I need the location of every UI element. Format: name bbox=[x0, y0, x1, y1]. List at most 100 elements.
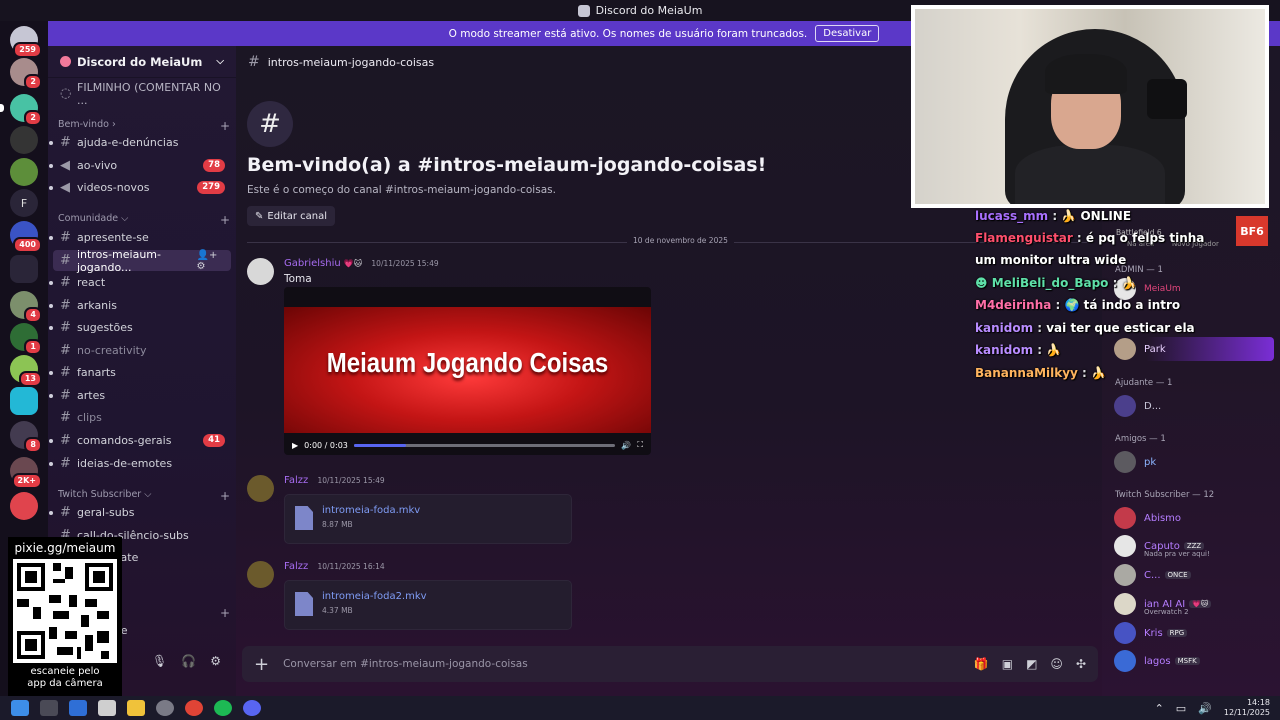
author-name[interactable]: Gabrielshiu bbox=[284, 258, 341, 269]
member-item[interactable]: Caputo ZZZ Nada pra ver aqui! bbox=[1114, 534, 1210, 558]
channel-artes[interactable]: # artes bbox=[49, 385, 231, 406]
channel-fanarts[interactable]: # fanarts bbox=[49, 362, 231, 383]
hash-icon: # bbox=[60, 505, 71, 520]
play-icon[interactable]: ▶ bbox=[292, 441, 298, 450]
server-icon[interactable]: 2 bbox=[10, 94, 42, 126]
folder-icon[interactable] bbox=[10, 255, 38, 283]
folder-icon[interactable] bbox=[127, 700, 145, 716]
qr-caption-line-2: app da câmera bbox=[27, 678, 103, 689]
member-item[interactable]: Park bbox=[1114, 337, 1274, 361]
add-channel-icon[interactable]: + bbox=[220, 213, 230, 227]
mention-badge: 279 bbox=[197, 181, 225, 194]
server-icon[interactable]: 259 bbox=[10, 26, 42, 58]
chrome-icon[interactable] bbox=[185, 700, 203, 716]
member-item[interactable]: ian AI AI 💗🐱 Overwatch 2 bbox=[1114, 592, 1212, 616]
server-icon[interactable]: 13 bbox=[10, 355, 42, 387]
channel-ideias-de-emotes[interactable]: # ideias-de-emotes bbox=[49, 453, 231, 474]
emoji-icon[interactable]: ☺ bbox=[1050, 657, 1063, 671]
category-bem-vindo[interactable]: Bem-vindo › + bbox=[58, 119, 230, 133]
member-item[interactable]: pk bbox=[1114, 450, 1156, 474]
file-name[interactable]: intromeia-foda2.mkv bbox=[322, 591, 427, 602]
category-twitch-subscriber[interactable]: Twitch Subscriber ⌵ + bbox=[58, 489, 230, 503]
message-composer[interactable]: + Conversar em #intros-meiaum-jogando-co… bbox=[242, 646, 1098, 682]
avatar bbox=[1114, 395, 1136, 417]
unread-badge: 2 bbox=[24, 110, 42, 126]
video-progress-bar[interactable] bbox=[353, 443, 616, 447]
channel-arkanis[interactable]: # arkanis bbox=[49, 295, 231, 316]
add-channel-icon[interactable]: + bbox=[220, 606, 230, 620]
volume-icon[interactable]: 🔊 bbox=[621, 441, 631, 450]
author-name[interactable]: Falzz bbox=[284, 475, 308, 486]
avatar[interactable] bbox=[247, 561, 274, 588]
channel-settings-icon[interactable]: 👤+ ⚙ bbox=[197, 250, 225, 272]
pinned-channel[interactable]: ◌ FILMINHO (COMENTAR NO ... bbox=[53, 81, 231, 107]
video-progress-fill bbox=[353, 443, 407, 447]
chevron-up-icon[interactable]: ⌃ bbox=[1155, 702, 1164, 715]
member-item[interactable]: C... ONCE bbox=[1114, 563, 1191, 587]
channel-ajuda-e-denuncias[interactable]: # ajuda-e-denúncias bbox=[49, 132, 231, 153]
server-icon[interactable] bbox=[10, 492, 38, 520]
megaphone-icon: ◀ bbox=[60, 158, 70, 173]
server-icon[interactable]: 8 bbox=[10, 421, 42, 453]
add-channel-icon[interactable]: + bbox=[220, 119, 230, 133]
apps-icon[interactable]: ✣ bbox=[1076, 657, 1086, 671]
server-icon[interactable]: 1 bbox=[10, 323, 42, 355]
channel-videos-novos[interactable]: ◀ videos-novos 279 bbox=[49, 177, 231, 198]
obs-icon[interactable] bbox=[156, 700, 174, 716]
microphone-icon[interactable]: 🎙 bbox=[152, 654, 167, 668]
file-attachment[interactable]: intromeia-foda.mkv 8.87 MB bbox=[284, 494, 572, 544]
channel-no-creativity[interactable]: # no-creativity bbox=[53, 340, 231, 361]
avatar[interactable] bbox=[247, 475, 274, 502]
server-icon[interactable]: 2K+ bbox=[10, 457, 42, 489]
discord-icon[interactable] bbox=[243, 700, 261, 716]
file-attachment[interactable]: intromeia-foda2.mkv 4.37 MB bbox=[284, 580, 572, 630]
member-item[interactable]: Kris RPG bbox=[1114, 621, 1188, 645]
channel-react[interactable]: # react bbox=[49, 272, 231, 293]
server-icon[interactable]: 2 bbox=[10, 58, 42, 90]
avatar[interactable] bbox=[247, 258, 274, 285]
headset-icon[interactable]: 🎧 bbox=[181, 654, 196, 668]
channel-geral-subs[interactable]: # geral-subs bbox=[49, 502, 231, 523]
windows-start-icon[interactable] bbox=[11, 700, 29, 716]
channel-intros-meiaum-jogando-coisas[interactable]: # intros-meiaum-jogando... 👤+ ⚙ bbox=[53, 248, 231, 274]
channel-apresente-se[interactable]: # apresente-se bbox=[49, 227, 231, 248]
gear-icon[interactable]: ⚙ bbox=[210, 654, 221, 668]
sticker-icon[interactable]: ◩ bbox=[1026, 657, 1037, 671]
system-tray: ⌃ ▭ 🔊 14:18 12/11/2025 bbox=[1155, 698, 1280, 718]
channel-sugestoes[interactable]: # sugestões bbox=[49, 317, 231, 338]
spotify-icon[interactable] bbox=[214, 700, 232, 716]
channel-comandos-gerais[interactable]: # comandos-gerais 41 bbox=[49, 430, 231, 451]
store-icon[interactable] bbox=[98, 700, 116, 716]
outlook-icon[interactable] bbox=[69, 700, 87, 716]
task-view-icon[interactable] bbox=[40, 700, 58, 716]
member-item[interactable]: lagos MSFK bbox=[1114, 649, 1200, 673]
gif-icon[interactable]: ▣ bbox=[1002, 657, 1013, 671]
volume-icon[interactable]: 🔊 bbox=[1198, 702, 1212, 715]
channel-ao-vivo[interactable]: ◀ ao-vivo 78 bbox=[49, 155, 231, 176]
server-header[interactable]: Discord do MeiaUm ⌵ bbox=[48, 46, 236, 78]
edit-channel-button[interactable]: ✎ Editar canal bbox=[247, 206, 336, 226]
folder-f-icon[interactable]: F bbox=[10, 189, 38, 217]
server-icon[interactable] bbox=[10, 387, 38, 415]
add-channel-icon[interactable]: + bbox=[220, 489, 230, 503]
network-icon[interactable]: ▭ bbox=[1176, 702, 1186, 715]
hash-icon: # bbox=[60, 388, 71, 403]
disable-streamer-button[interactable]: Desativar bbox=[815, 25, 880, 42]
server-icon[interactable]: 4 bbox=[10, 291, 42, 323]
mention-badge: 41 bbox=[203, 434, 225, 447]
gift-icon[interactable]: 🎁 bbox=[974, 657, 989, 671]
server-icon[interactable] bbox=[10, 126, 38, 154]
video-player[interactable]: Meiaum Jogando Coisas ▶ 0:00 / 0:03 🔊 ⛶ bbox=[284, 287, 651, 455]
server-icon[interactable] bbox=[10, 158, 38, 186]
fullscreen-icon[interactable]: ⛶ bbox=[637, 440, 643, 450]
server-icon[interactable]: 400 bbox=[10, 221, 42, 253]
channel-clips[interactable]: # clips bbox=[53, 407, 231, 428]
member-item[interactable]: D... bbox=[1114, 394, 1161, 418]
attach-plus-icon[interactable]: + bbox=[254, 654, 269, 675]
category-comunidade[interactable]: Comunidade ⌵ + bbox=[58, 213, 230, 227]
member-name: C... bbox=[1144, 569, 1161, 581]
clock[interactable]: 14:18 12/11/2025 bbox=[1224, 698, 1270, 718]
member-item[interactable]: Abismo bbox=[1114, 506, 1181, 530]
author-name[interactable]: Falzz bbox=[284, 561, 308, 572]
file-name[interactable]: intromeia-foda.mkv bbox=[322, 505, 420, 516]
